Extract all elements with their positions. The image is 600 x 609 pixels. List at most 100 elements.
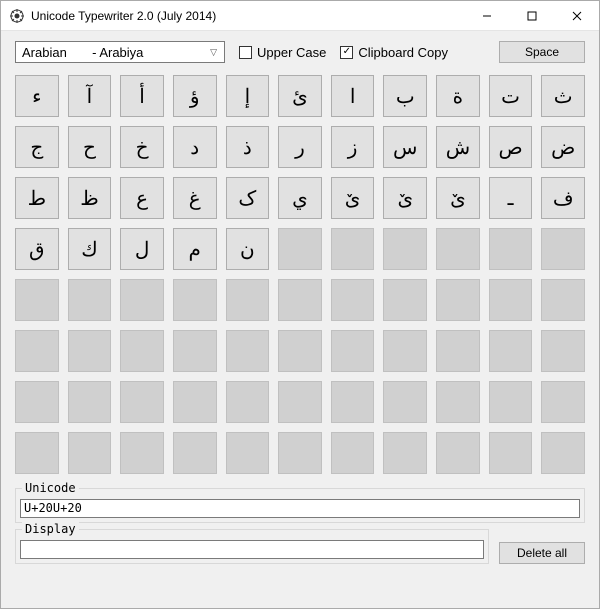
key-empty bbox=[226, 330, 270, 372]
key-char[interactable]: ک bbox=[226, 177, 270, 219]
key-char[interactable]: م bbox=[173, 228, 217, 270]
key-empty bbox=[331, 381, 375, 423]
chevron-down-icon: ▽ bbox=[207, 47, 220, 58]
key-empty bbox=[383, 432, 427, 474]
key-empty bbox=[173, 432, 217, 474]
key-empty bbox=[68, 381, 112, 423]
key-char[interactable]: إ bbox=[226, 75, 270, 117]
key-empty bbox=[331, 279, 375, 321]
language-select[interactable]: Arabian - Arabiya ▽ bbox=[15, 41, 225, 63]
maximize-button[interactable] bbox=[509, 1, 554, 30]
key-char[interactable]: ث bbox=[541, 75, 585, 117]
key-empty bbox=[226, 279, 270, 321]
key-char[interactable]: ق bbox=[15, 228, 59, 270]
key-empty bbox=[331, 330, 375, 372]
key-char[interactable]: ل bbox=[120, 228, 164, 270]
close-button[interactable] bbox=[554, 1, 599, 30]
key-empty bbox=[541, 279, 585, 321]
key-char[interactable]: ر bbox=[278, 126, 322, 168]
key-char[interactable]: ع bbox=[120, 177, 164, 219]
key-char[interactable]: غ bbox=[173, 177, 217, 219]
key-char[interactable]: ك bbox=[68, 228, 112, 270]
key-empty bbox=[173, 279, 217, 321]
key-empty bbox=[489, 432, 533, 474]
display-fieldset: Display bbox=[15, 529, 489, 564]
key-char[interactable]: ض bbox=[541, 126, 585, 168]
unicode-input[interactable]: U+20U+20 bbox=[20, 499, 580, 518]
client-area: Arabian - Arabiya ▽ Upper Case ✓ Clipboa… bbox=[1, 31, 599, 608]
key-char[interactable]: ز bbox=[331, 126, 375, 168]
key-empty bbox=[489, 279, 533, 321]
key-empty bbox=[278, 228, 322, 270]
key-char[interactable]: ـ bbox=[489, 177, 533, 219]
key-char[interactable]: ء bbox=[15, 75, 59, 117]
key-char[interactable]: ێ bbox=[436, 177, 480, 219]
key-empty bbox=[436, 279, 480, 321]
key-char[interactable]: ؤ bbox=[173, 75, 217, 117]
key-grid: ءآأؤإئابةتثجحخدذرزسشصضطظعغکيێێێـفقكلمن bbox=[15, 75, 585, 474]
key-char[interactable]: ة bbox=[436, 75, 480, 117]
uppercase-checkbox[interactable]: Upper Case bbox=[239, 45, 326, 60]
key-char[interactable]: ب bbox=[383, 75, 427, 117]
titlebar: Unicode Typewriter 2.0 (July 2014) bbox=[1, 1, 599, 31]
unicode-label: Unicode bbox=[22, 481, 79, 495]
display-label: Display bbox=[22, 522, 79, 536]
key-empty bbox=[120, 279, 164, 321]
key-char[interactable]: د bbox=[173, 126, 217, 168]
key-char[interactable]: ذ bbox=[226, 126, 270, 168]
key-empty bbox=[173, 330, 217, 372]
key-char[interactable]: ت bbox=[489, 75, 533, 117]
key-empty bbox=[331, 432, 375, 474]
key-char[interactable]: ي bbox=[278, 177, 322, 219]
key-char[interactable]: ێ bbox=[383, 177, 427, 219]
checkbox-box: ✓ bbox=[340, 46, 353, 59]
key-char[interactable]: ح bbox=[68, 126, 112, 168]
key-empty bbox=[15, 330, 59, 372]
key-char[interactable]: ا bbox=[331, 75, 375, 117]
key-char[interactable]: ئ bbox=[278, 75, 322, 117]
key-empty bbox=[489, 330, 533, 372]
minimize-button[interactable] bbox=[464, 1, 509, 30]
key-char[interactable]: ط bbox=[15, 177, 59, 219]
key-char[interactable]: ن bbox=[226, 228, 270, 270]
key-char[interactable]: آ bbox=[68, 75, 112, 117]
key-char[interactable]: ش bbox=[436, 126, 480, 168]
key-char[interactable]: خ bbox=[120, 126, 164, 168]
uppercase-label: Upper Case bbox=[257, 45, 326, 60]
key-char[interactable]: أ bbox=[120, 75, 164, 117]
key-empty bbox=[68, 279, 112, 321]
key-char[interactable]: ف bbox=[541, 177, 585, 219]
key-empty bbox=[436, 330, 480, 372]
key-empty bbox=[173, 381, 217, 423]
window-title: Unicode Typewriter 2.0 (July 2014) bbox=[31, 9, 464, 23]
key-empty bbox=[383, 228, 427, 270]
clipboard-checkbox[interactable]: ✓ Clipboard Copy bbox=[340, 45, 448, 60]
key-empty bbox=[120, 381, 164, 423]
key-char[interactable]: ج bbox=[15, 126, 59, 168]
key-empty bbox=[15, 381, 59, 423]
key-empty bbox=[383, 279, 427, 321]
key-empty bbox=[120, 330, 164, 372]
key-empty bbox=[15, 279, 59, 321]
key-empty bbox=[436, 228, 480, 270]
app-window: Unicode Typewriter 2.0 (July 2014) Arabi… bbox=[0, 0, 600, 609]
app-icon bbox=[9, 8, 25, 24]
key-empty bbox=[541, 228, 585, 270]
display-input[interactable] bbox=[20, 540, 484, 559]
key-empty bbox=[68, 330, 112, 372]
key-empty bbox=[383, 330, 427, 372]
key-empty bbox=[15, 432, 59, 474]
checkbox-box bbox=[239, 46, 252, 59]
key-char[interactable]: س bbox=[383, 126, 427, 168]
key-char[interactable]: ظ bbox=[68, 177, 112, 219]
bottom-row: Display Delete all bbox=[15, 529, 585, 564]
key-empty bbox=[278, 330, 322, 372]
key-empty bbox=[489, 228, 533, 270]
toolbar: Arabian - Arabiya ▽ Upper Case ✓ Clipboa… bbox=[15, 41, 585, 63]
key-empty bbox=[436, 381, 480, 423]
key-empty bbox=[383, 381, 427, 423]
key-char[interactable]: ێ bbox=[331, 177, 375, 219]
space-button[interactable]: Space bbox=[499, 41, 585, 63]
delete-all-button[interactable]: Delete all bbox=[499, 542, 585, 564]
key-char[interactable]: ص bbox=[489, 126, 533, 168]
